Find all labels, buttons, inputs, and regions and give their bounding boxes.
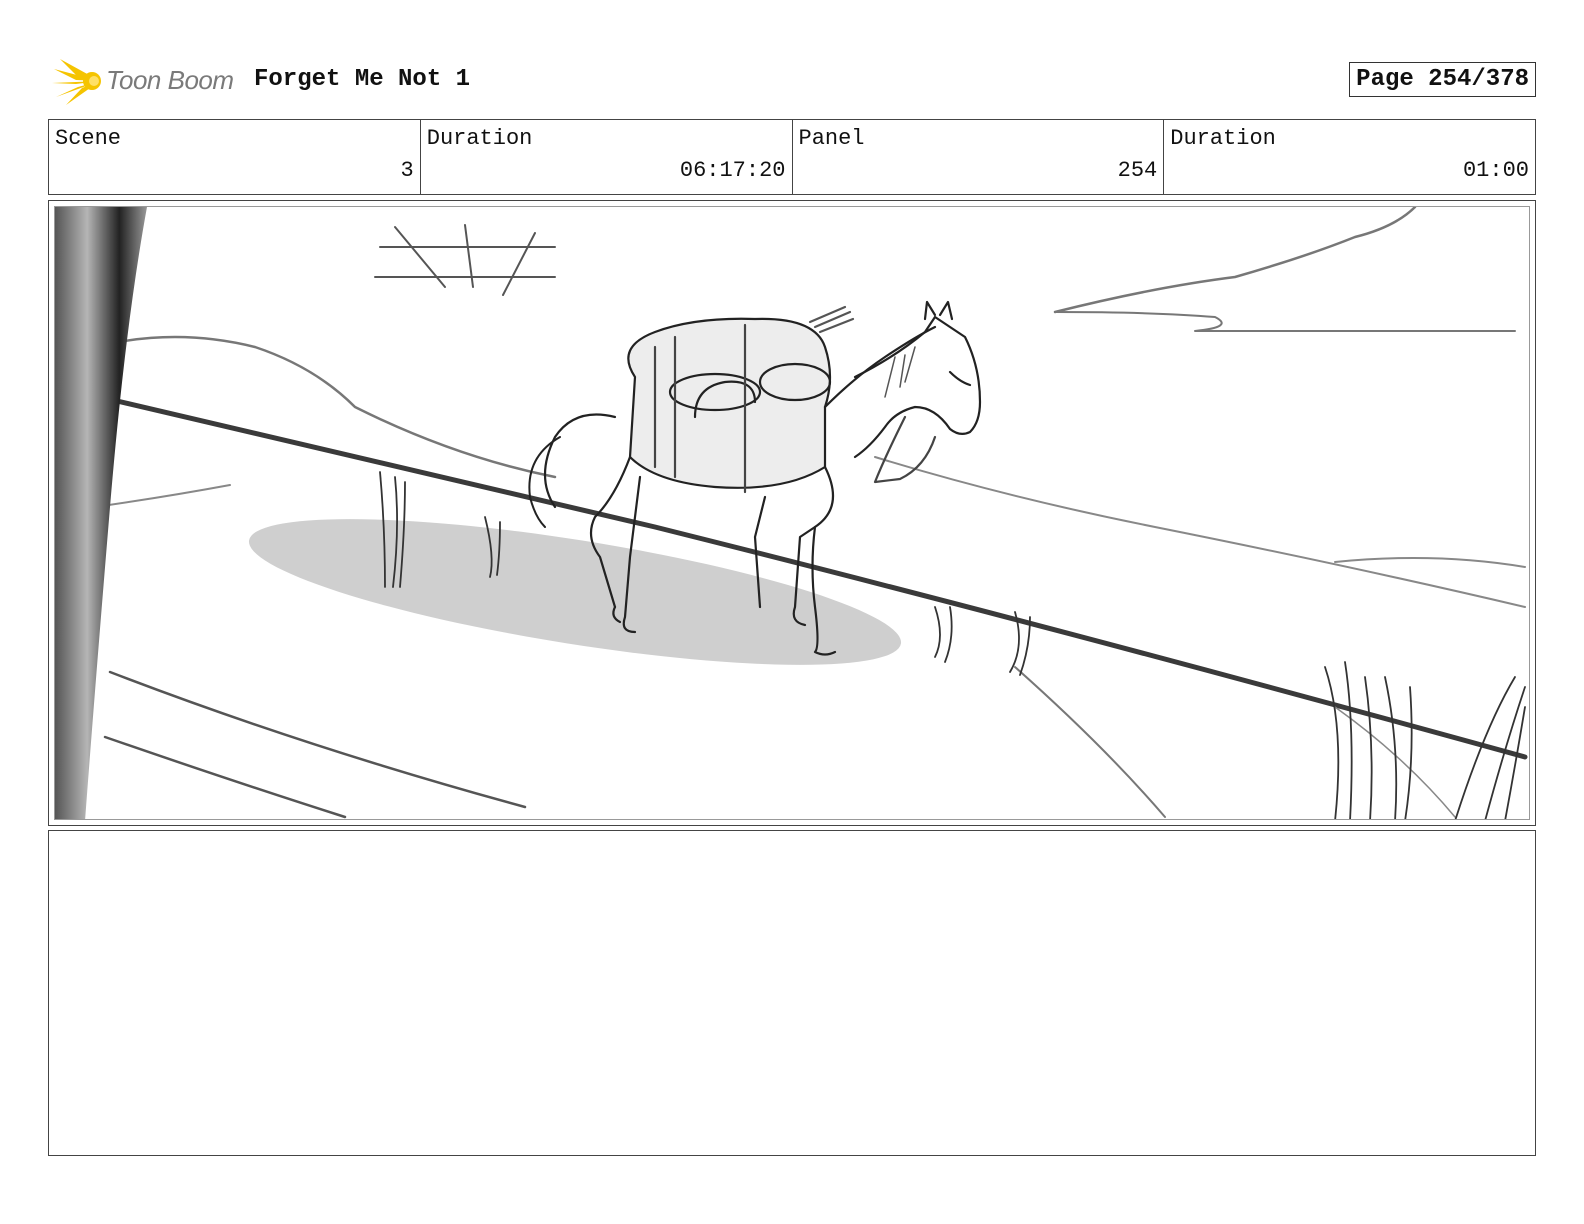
page-indicator: Page 254/378 — [1349, 62, 1536, 97]
scene-label: Scene — [55, 126, 122, 151]
panel-label: Panel — [798, 126, 865, 151]
panel-duration-cell: Duration 01:00 — [1164, 120, 1535, 194]
scene-duration-label: Duration — [426, 126, 533, 151]
panel-frame — [54, 206, 1530, 820]
header: Toon Boom Forget Me Not 1 Page 254/378 — [48, 52, 1536, 108]
panel-duration-label: Duration — [1170, 126, 1276, 151]
panel-duration-value: 01:00 — [1462, 158, 1529, 183]
toon-boom-logo: Toon Boom — [52, 54, 234, 106]
scene-cell: Scene 3 — [49, 120, 421, 194]
scene-value: 3 — [400, 158, 414, 183]
toon-boom-logo-icon — [52, 59, 101, 105]
storyboard-panel — [48, 200, 1536, 826]
logo-text: Toon Boom — [106, 64, 234, 95]
scene-duration-cell: Duration 06:17:20 — [421, 120, 793, 194]
project-title: Forget Me Not 1 — [254, 66, 471, 93]
panel-cell: Panel 254 — [793, 120, 1165, 194]
panel-value: 254 — [1117, 158, 1158, 183]
notes-area — [48, 830, 1536, 1156]
scene-duration-value: 06:17:20 — [679, 158, 786, 183]
sketch-horse-illustration — [55, 207, 1528, 819]
info-table: Scene 3 Duration 06:17:20 Panel 254 Dura… — [48, 119, 1536, 195]
